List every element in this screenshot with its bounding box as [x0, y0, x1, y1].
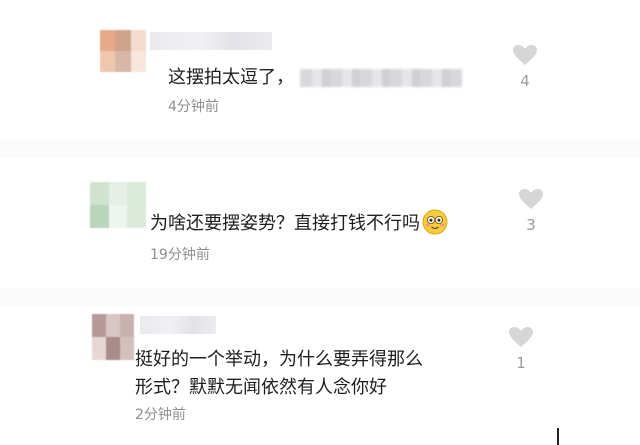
smiling-face-emoji: [422, 209, 448, 235]
avatar[interactable]: [92, 314, 134, 360]
heart-icon: [509, 327, 533, 347]
heart-icon: [513, 45, 537, 65]
text-cursor-mark: [557, 428, 559, 445]
comment-text: 为啥还要摆姿势？直接打钱不行吗: [150, 209, 448, 238]
comment-text-line-1: 挺好的一个举动，为什么要弄得那么: [135, 349, 423, 370]
username-blurred[interactable]: [150, 32, 272, 50]
avatar[interactable]: [90, 182, 146, 228]
like-count: 1: [516, 354, 526, 372]
comment-time: 2分钟前: [135, 407, 186, 423]
like-button[interactable]: 4: [510, 44, 540, 90]
comment-text-line-2: 形式？默默无闻依然有人念你好: [135, 377, 387, 398]
blurred-text: [300, 69, 462, 87]
divider: [0, 140, 640, 158]
username-blurred[interactable]: [140, 316, 216, 334]
comment-time: 19分钟前: [150, 247, 210, 263]
like-count: 4: [520, 72, 530, 90]
like-button[interactable]: 1: [506, 326, 536, 372]
comment-item: 这摆拍太逗了， 4分钟前 4: [0, 0, 640, 140]
divider: [0, 288, 640, 306]
like-count: 3: [526, 216, 536, 234]
avatar[interactable]: [100, 30, 146, 72]
heart-icon: [519, 189, 543, 209]
like-button[interactable]: 3: [516, 188, 546, 234]
comment-time: 4分钟前: [168, 99, 219, 115]
comment-item: 挺好的一个举动，为什么要弄得那么 形式？默默无闻依然有人念你好 2分钟前 1: [0, 306, 640, 445]
comment-text: 这摆拍太逗了，: [168, 64, 462, 92]
comment-item: 为啥还要摆姿势？直接打钱不行吗 19分钟前 3: [0, 158, 640, 288]
